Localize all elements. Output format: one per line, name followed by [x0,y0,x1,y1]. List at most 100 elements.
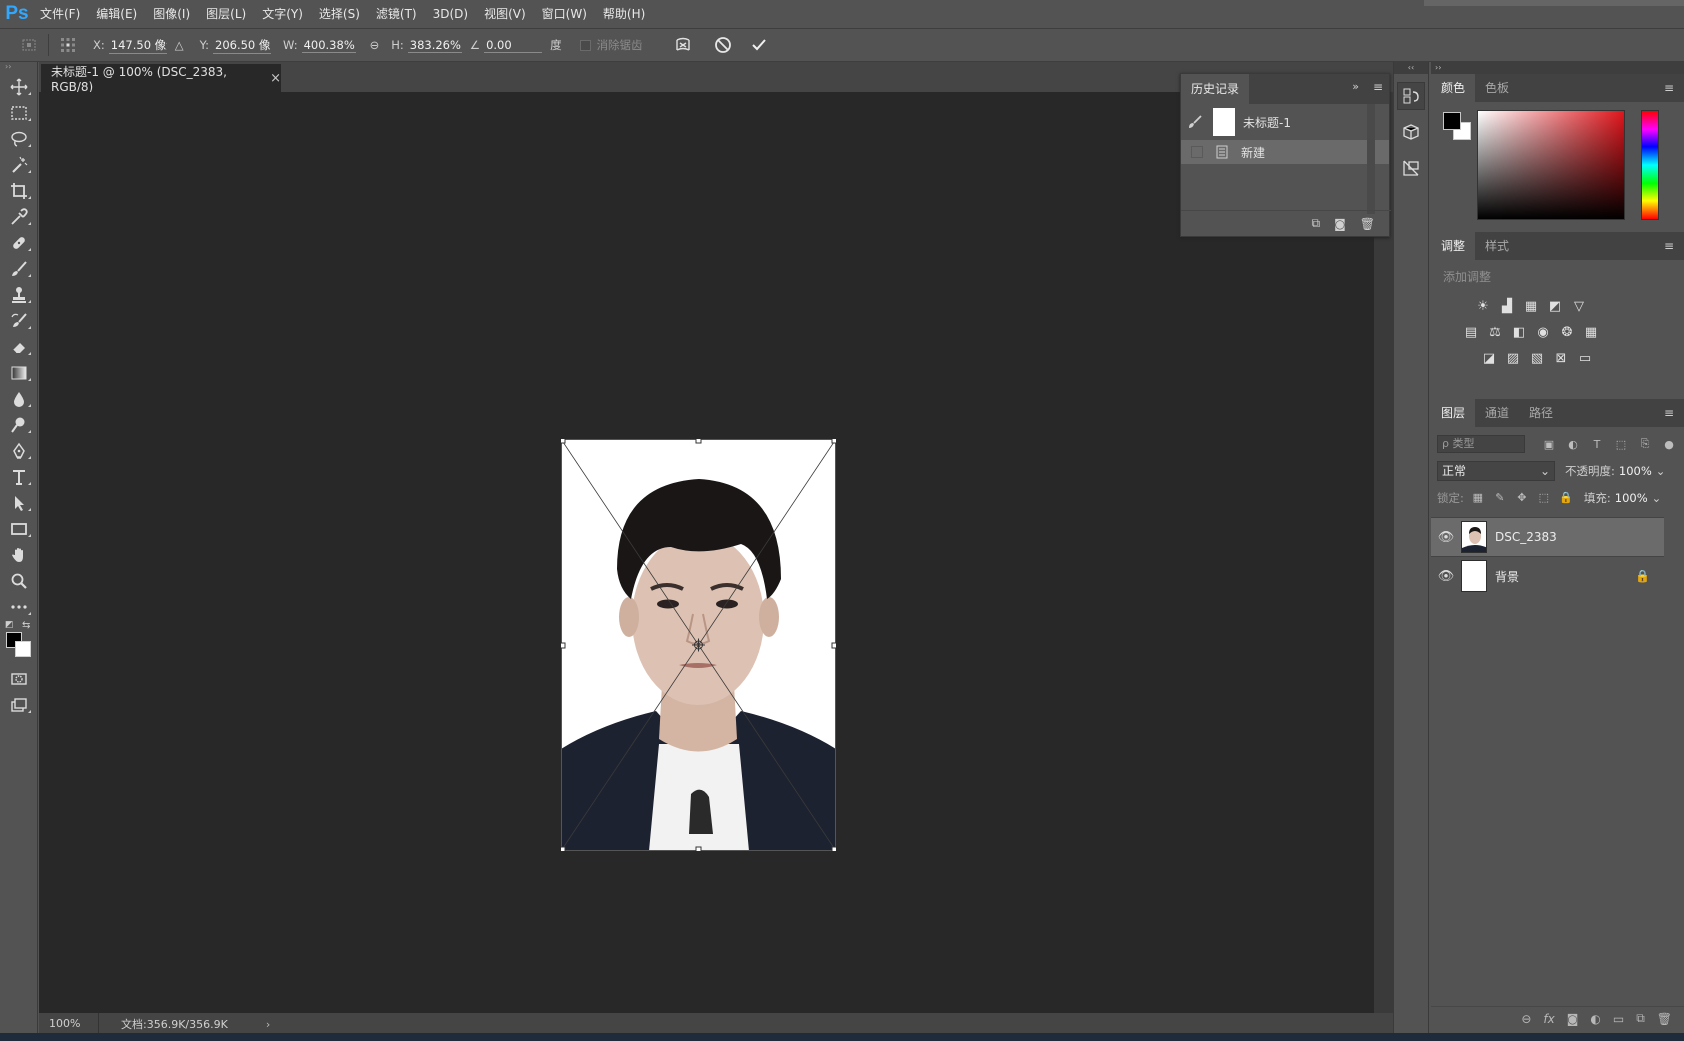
color-picker-field[interactable] [1477,110,1625,220]
angle-field[interactable]: 0.00 [484,38,543,53]
chevron-down-icon[interactable]: ⌄ [1652,491,1662,505]
tab-history[interactable]: 历史记录 [1181,74,1250,104]
channel-mixer-icon[interactable]: ❂ [1559,324,1575,340]
trash-icon[interactable]: 🗑 [1657,1012,1672,1026]
eyedropper-tool-icon[interactable] [0,204,38,230]
menu-image[interactable]: 图像(I) [145,0,198,28]
eraser-tool-icon[interactable] [0,334,38,360]
menu-select[interactable]: 选择(S) [311,0,368,28]
w-field[interactable]: 400.38% [301,38,356,53]
collapse-panel-icon[interactable]: » [1352,80,1359,93]
layer-filter-select[interactable]: ρ 类型 [1437,435,1525,453]
dodge-tool-icon[interactable] [0,412,38,438]
zoom-level-field[interactable]: 100% [39,1013,99,1035]
delta-icon[interactable]: △ [175,38,184,52]
chevron-down-icon[interactable]: ⌄ [1656,464,1666,478]
warp-mode-icon[interactable] [669,31,697,59]
color-lookup-icon[interactable]: ▦ [1583,324,1599,340]
menu-type[interactable]: 文字(Y) [254,0,311,28]
history-brush-tool-icon[interactable] [0,308,38,334]
tab-paths[interactable]: 路径 [1519,399,1563,427]
selective-color-icon[interactable]: ⊠ [1553,350,1569,366]
visibility-eye-icon[interactable]: 👁 [1431,569,1461,584]
status-menu-arrow-icon[interactable]: › [266,1018,270,1031]
y-field[interactable]: 206.50 像素 [213,37,271,54]
link-icon[interactable]: ⊖ [370,38,380,52]
more-tools-icon[interactable] [0,594,38,620]
swap-colors-icon[interactable]: ⇆ [22,620,30,631]
lock-position-icon[interactable]: ✥ [1514,491,1530,504]
x-field[interactable]: 147.50 像素 [108,37,167,54]
blur-tool-icon[interactable] [0,386,38,412]
tab-swatches[interactable]: 色板 [1475,74,1519,102]
history-source-checkbox[interactable] [1191,146,1203,158]
magic-wand-tool-icon[interactable] [0,152,38,178]
lock-image-icon[interactable]: ✎ [1492,491,1508,504]
black-white-icon[interactable]: ◧ [1511,324,1527,340]
commit-transform-icon[interactable] [745,31,773,59]
fill-field[interactable]: 100% [1615,491,1648,505]
path-selection-tool-icon[interactable] [0,490,38,516]
posterize-icon[interactable]: ▨ [1505,350,1521,366]
menu-view[interactable]: 视图(V) [476,0,534,28]
history-snapshot-row[interactable]: 未标题-1 [1181,104,1389,140]
cancel-transform-icon[interactable] [709,31,737,59]
invert-icon[interactable]: ◪ [1481,350,1497,366]
filter-type-icon[interactable]: T [1587,438,1607,451]
panel-grip-icon[interactable]: ›› [0,62,37,74]
background-color-swatch[interactable] [15,641,31,657]
menu-filter[interactable]: 滤镜(T) [368,0,425,28]
filter-pixel-icon[interactable]: ▣ [1539,438,1559,451]
history-state-row[interactable]: 新建 [1181,140,1389,164]
history-scrollbar[interactable] [1367,104,1375,214]
exposure-icon[interactable]: ◩ [1547,298,1563,314]
tab-channels[interactable]: 通道 [1475,399,1519,427]
antialias-checkbox[interactable] [579,39,591,51]
canvas[interactable] [39,92,1374,1013]
pen-tool-icon[interactable] [0,438,38,464]
menu-edit[interactable]: 编辑(E) [88,0,145,28]
reference-point-icon[interactable] [57,34,79,56]
curves-icon[interactable]: ▦ [1523,298,1539,314]
panel-menu-icon[interactable]: ≡ [1664,406,1674,420]
new-document-from-state-icon[interactable]: ⧉ [1312,216,1321,231]
properties-panel-icon[interactable] [1397,154,1425,182]
brightness-contrast-icon[interactable]: ☀ [1475,298,1491,314]
menu-file[interactable]: 文件(F) [32,0,88,28]
adjustment-layer-icon[interactable]: ◐ [1590,1012,1600,1026]
color-balance-icon[interactable]: ⚖ [1487,324,1503,340]
menu-window[interactable]: 窗口(W) [534,0,595,28]
opacity-field[interactable]: 100% [1619,464,1652,478]
add-mask-icon[interactable]: ◙ [1567,1012,1579,1026]
close-tab-icon[interactable]: × [270,71,281,86]
tool-preset-icon[interactable] [18,34,40,56]
h-field[interactable]: 383.26% [407,38,462,53]
layer-row[interactable]: 👁 背景 🔒 [1431,556,1664,595]
photo-layer-transform[interactable] [561,439,836,851]
quick-mask-icon[interactable] [0,666,38,692]
vibrance-icon[interactable]: ▽ [1571,298,1587,314]
lock-all-icon[interactable]: 🔒 [1558,491,1574,504]
gradient-tool-icon[interactable] [0,360,38,386]
filter-smart-object-icon[interactable]: ⎘ [1635,437,1655,451]
lock-artboard-icon[interactable]: ⬚ [1536,491,1552,504]
hand-tool-icon[interactable] [0,542,38,568]
healing-brush-tool-icon[interactable] [0,230,38,256]
hue-slider[interactable] [1641,110,1659,220]
filter-toggle-icon[interactable]: ● [1659,438,1679,451]
document-tab[interactable]: 未标题-1 @ 100% (DSC_2383, RGB/8) × [41,64,281,94]
menu-3d[interactable]: 3D(D) [425,0,476,28]
threshold-icon[interactable]: ▧ [1529,350,1545,366]
collapse-strip-icon[interactable]: ‹‹ [1394,62,1428,74]
clone-stamp-tool-icon[interactable] [0,282,38,308]
layer-style-fx-icon[interactable]: fx [1543,1012,1554,1026]
history-panel-icon[interactable] [1397,82,1425,110]
marquee-tool-icon[interactable] [0,100,38,126]
type-tool-icon[interactable] [0,464,38,490]
camera-icon[interactable]: ◙ [1334,217,1346,231]
collapse-dock-icon[interactable]: ›› [1431,62,1684,74]
screen-mode-icon[interactable] [0,692,38,718]
rectangle-tool-icon[interactable] [0,516,38,542]
layer-row[interactable]: 👁 DSC_2383 [1431,517,1664,556]
panel-menu-icon[interactable]: ≡ [1373,80,1383,94]
